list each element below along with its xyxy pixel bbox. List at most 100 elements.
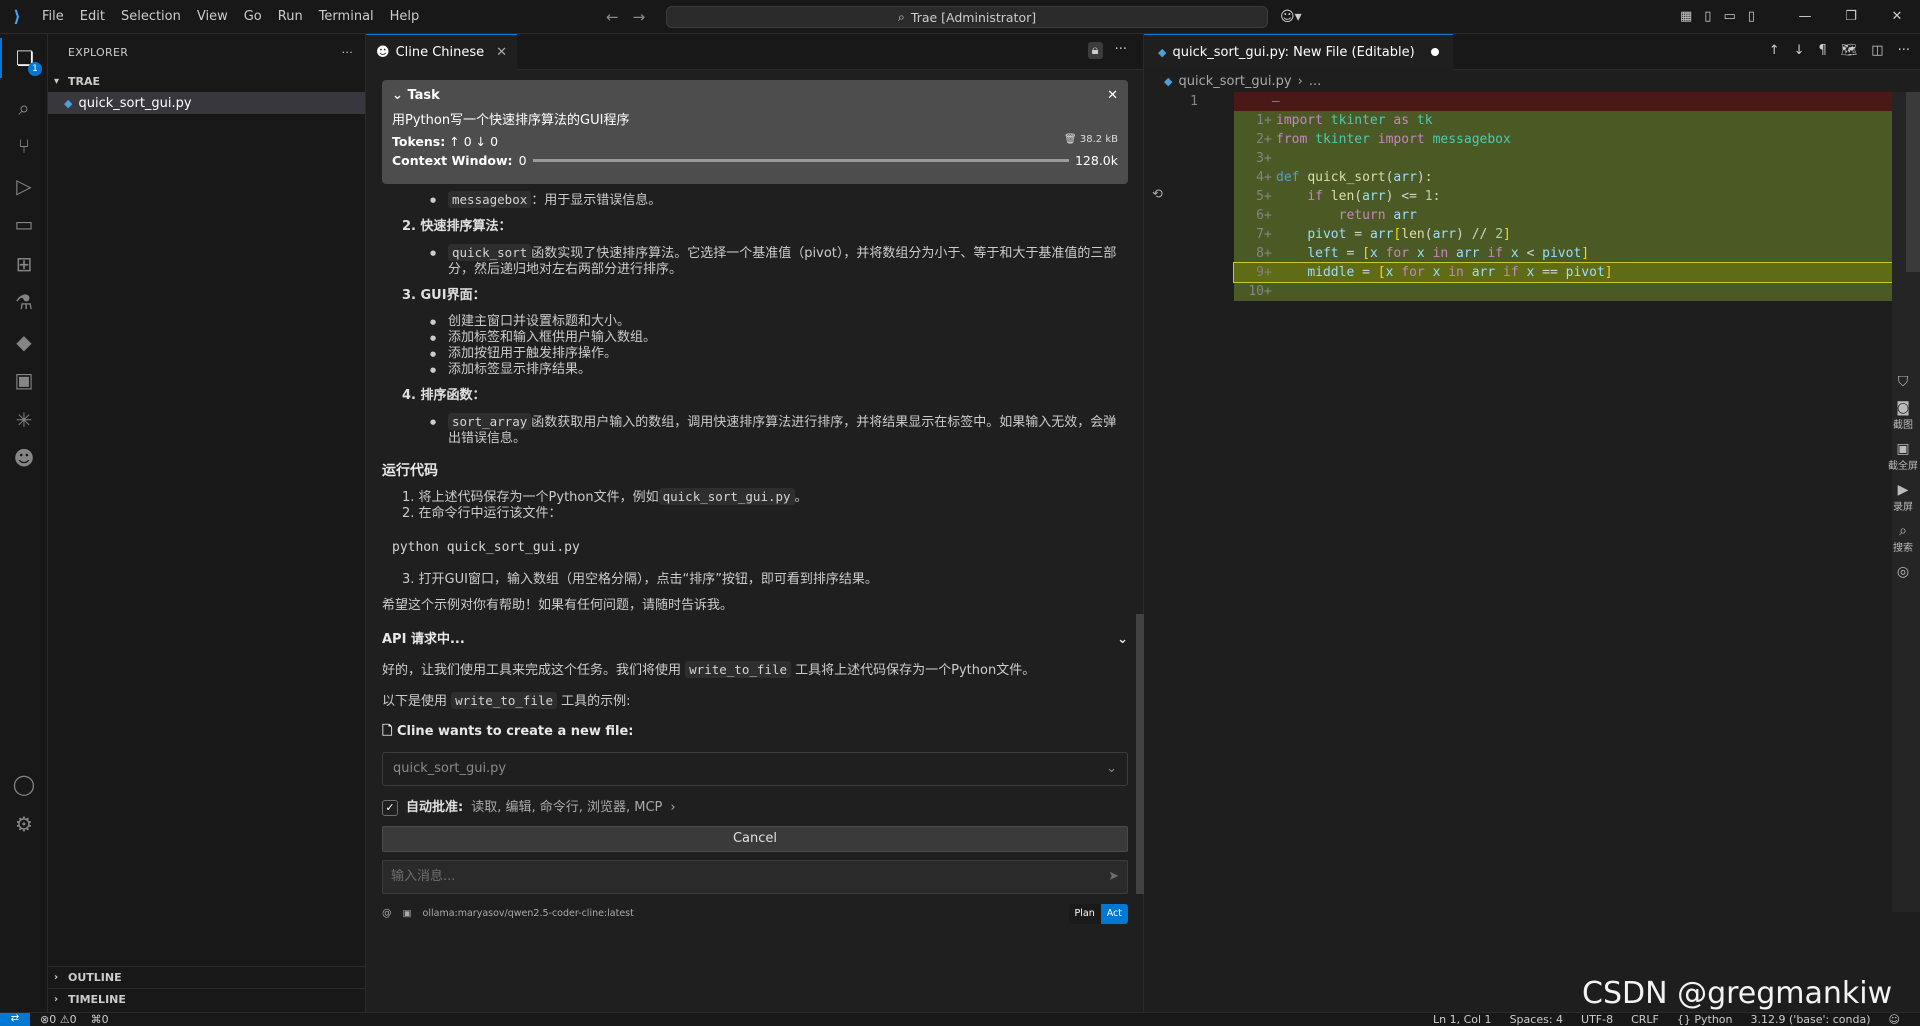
screenshot-tool[interactable]: ◙ 截图 xyxy=(1893,400,1913,431)
search-tool[interactable]: ⌕ 搜索 xyxy=(1893,523,1913,554)
file-item-quick-sort[interactable]: ◆ quick_sort_gui.py xyxy=(48,92,365,114)
search-icon[interactable]: ⌕ xyxy=(0,88,48,128)
copilot-icon[interactable]: ☺▾ xyxy=(1280,0,1302,34)
language-mode[interactable]: {} Python xyxy=(1677,1013,1733,1026)
unsaved-dot-icon[interactable] xyxy=(1430,48,1439,56)
model-selector[interactable]: ollama:maryasov/qwen2.5-coder-cline:late… xyxy=(423,908,634,919)
menu-go[interactable]: Go xyxy=(236,0,270,34)
minimize-icon[interactable]: — xyxy=(1782,0,1828,34)
close-tab-icon[interactable]: ✕ xyxy=(496,45,507,60)
cancel-button[interactable]: Cancel xyxy=(382,826,1128,852)
customize-layout-icon[interactable]: ▦ xyxy=(1680,0,1692,34)
cline-robot-icon[interactable]: ☻ xyxy=(0,438,48,478)
command-center[interactable]: ⌕ Trae [Administrator] xyxy=(666,6,1268,28)
menu-selection[interactable]: Selection xyxy=(113,0,189,34)
tab-cline-chinese[interactable]: ☻ Cline Chinese ✕ xyxy=(366,33,518,70)
image-icon[interactable]: ▣ xyxy=(403,908,412,919)
chevron-down-icon: ▾ xyxy=(54,75,60,87)
diff-mark: + xyxy=(1264,208,1272,223)
toggle-secondary-sidebar-icon[interactable]: ▯ xyxy=(1748,0,1755,34)
act-button[interactable]: Act xyxy=(1100,904,1128,924)
menu-view[interactable]: View xyxy=(189,0,236,34)
lock-icon[interactable]: 🔒︎ xyxy=(1087,42,1103,59)
toggle-sidebar-icon[interactable]: ▯ xyxy=(1704,0,1711,34)
record-tool[interactable]: ▶ 录屏 xyxy=(1893,482,1913,513)
target-icon[interactable]: ◎ xyxy=(1897,564,1909,580)
encoding[interactable]: UTF-8 xyxy=(1581,1013,1613,1026)
forward-arrow-icon[interactable]: → xyxy=(633,0,646,34)
restore-icon[interactable]: ❐ xyxy=(1828,0,1874,34)
remote-indicator-icon[interactable]: ⇄ xyxy=(0,1012,30,1026)
auto-approve-row[interactable]: ✓ 自动批准: 读取, 编辑, 命令行, 浏览器, MCP › xyxy=(382,800,1128,816)
kubernetes-icon[interactable]: ✳ xyxy=(0,400,48,440)
arrow-down-icon[interactable]: ↓ xyxy=(1794,43,1805,58)
gear-icon[interactable]: ⚙ xyxy=(0,804,48,844)
run-debug-icon[interactable]: ▷ xyxy=(0,166,48,206)
diff-mark: + xyxy=(1264,170,1272,185)
minimap-slider[interactable] xyxy=(1906,92,1920,272)
more-actions-icon[interactable]: ··· xyxy=(1115,42,1127,59)
more-actions-icon[interactable]: ··· xyxy=(342,46,353,59)
diff-mark: + xyxy=(1264,265,1272,280)
map-icon[interactable]: 🗺︎ xyxy=(1841,43,1858,58)
split-editor-icon[interactable]: ◫ xyxy=(1871,43,1883,58)
cline-tabbar: ☻ Cline Chinese ✕ 🔒︎ ··· xyxy=(366,33,1143,70)
more-actions-icon[interactable]: ··· xyxy=(1898,43,1910,58)
source-control-icon[interactable]: ⑂ xyxy=(0,126,48,166)
menu-terminal[interactable]: Terminal xyxy=(311,0,382,34)
api-request-row[interactable]: API 请求中... ⌄ xyxy=(382,632,1128,648)
python-interpreter[interactable]: 3.12.9 ('base': conda) xyxy=(1751,1013,1871,1026)
back-arrow-icon[interactable]: ← xyxy=(606,0,619,34)
paragraph-icon[interactable]: ¶ xyxy=(1819,43,1827,58)
menu-run[interactable]: Run xyxy=(270,0,311,34)
arrow-up-icon[interactable]: ↑ xyxy=(1769,43,1780,58)
menu-file[interactable]: File xyxy=(34,0,72,34)
docker-icon[interactable]: ◆ xyxy=(0,322,48,362)
testing-icon[interactable]: ⚗ xyxy=(0,282,48,322)
code-line: 6 + return arr xyxy=(1234,206,1894,225)
chevron-right-icon: › xyxy=(1297,73,1303,89)
scrollbar[interactable] xyxy=(1136,614,1144,894)
account-icon[interactable]: ◯ xyxy=(0,764,48,804)
breadcrumb-more[interactable]: ... xyxy=(1309,74,1321,89)
inline-code: sort_array xyxy=(448,413,532,430)
antenna-icon: ⌘ xyxy=(90,1013,102,1026)
send-icon[interactable]: ➤ xyxy=(1108,869,1119,885)
chevron-down-icon[interactable]: ⌄ xyxy=(392,88,403,103)
menu-help[interactable]: Help xyxy=(382,0,428,34)
cursor-position[interactable]: Ln 1, Col 1 xyxy=(1433,1013,1492,1026)
outline-section[interactable]: › OUTLINE xyxy=(48,966,366,988)
explorer-icon[interactable]: ❏ 1 xyxy=(0,38,48,78)
editor-group: ◆ quick_sort_gui.py: New File (Editable)… xyxy=(1144,33,1920,1012)
containers-icon[interactable]: ▣ xyxy=(0,360,48,400)
plan-button[interactable]: Plan xyxy=(1068,904,1101,924)
timeline-label: TIMELINE xyxy=(68,993,126,1006)
code-line: 4 + def quick_sort(arr): xyxy=(1234,168,1894,187)
line-number: 8 xyxy=(1256,246,1264,261)
copilot-status-icon[interactable]: ☺ xyxy=(1889,1013,1900,1026)
auto-approve-checkbox[interactable]: ✓ xyxy=(382,800,398,816)
mention-icon[interactable]: @ xyxy=(382,908,392,919)
indentation[interactable]: Spaces: 4 xyxy=(1510,1013,1563,1026)
code-editor[interactable]: — 1 + import tkinter as tk 2 + from tkinter … xyxy=(1233,92,1895,301)
toggle-panel-icon[interactable]: ▭ xyxy=(1723,0,1735,34)
remote-explorer-icon[interactable]: ▭ xyxy=(0,204,48,244)
folder-trae[interactable]: ▾ TRAE xyxy=(48,70,365,92)
close-window-icon[interactable]: ✕ xyxy=(1874,0,1920,34)
timeline-section[interactable]: › TIMELINE xyxy=(48,988,366,1010)
trash-icon[interactable]: 🗑︎ xyxy=(1064,134,1077,145)
tab-quick-sort-gui[interactable]: ◆ quick_sort_gui.py: New File (Editable) xyxy=(1144,33,1453,70)
shield-icon[interactable]: ⛉ xyxy=(1898,374,1909,390)
message-input[interactable]: 输入消息... ➤ xyxy=(382,860,1128,894)
line-ending[interactable]: CRLF xyxy=(1631,1013,1659,1026)
close-task-icon[interactable]: ✕ xyxy=(1107,88,1118,103)
fullscreen-capture-tool[interactable]: ▣ 截全屏 xyxy=(1888,441,1918,472)
extensions-icon[interactable]: ⊞ xyxy=(0,244,48,284)
new-file-dropdown[interactable]: quick_sort_gui.py ⌄ xyxy=(382,752,1128,786)
ports-indicator[interactable]: ⌘0 xyxy=(91,1013,109,1026)
problems-indicator[interactable]: ⊗0 ⚠0 xyxy=(40,1013,77,1026)
revert-icon[interactable]: ⟲ xyxy=(1152,187,1163,202)
menu-edit[interactable]: Edit xyxy=(72,0,113,34)
list-item: 1. 将上述代码保存为一个Python文件，例如 quick_sort_gui.p… xyxy=(382,488,1128,506)
breadcrumb-file[interactable]: quick_sort_gui.py xyxy=(1178,74,1291,89)
